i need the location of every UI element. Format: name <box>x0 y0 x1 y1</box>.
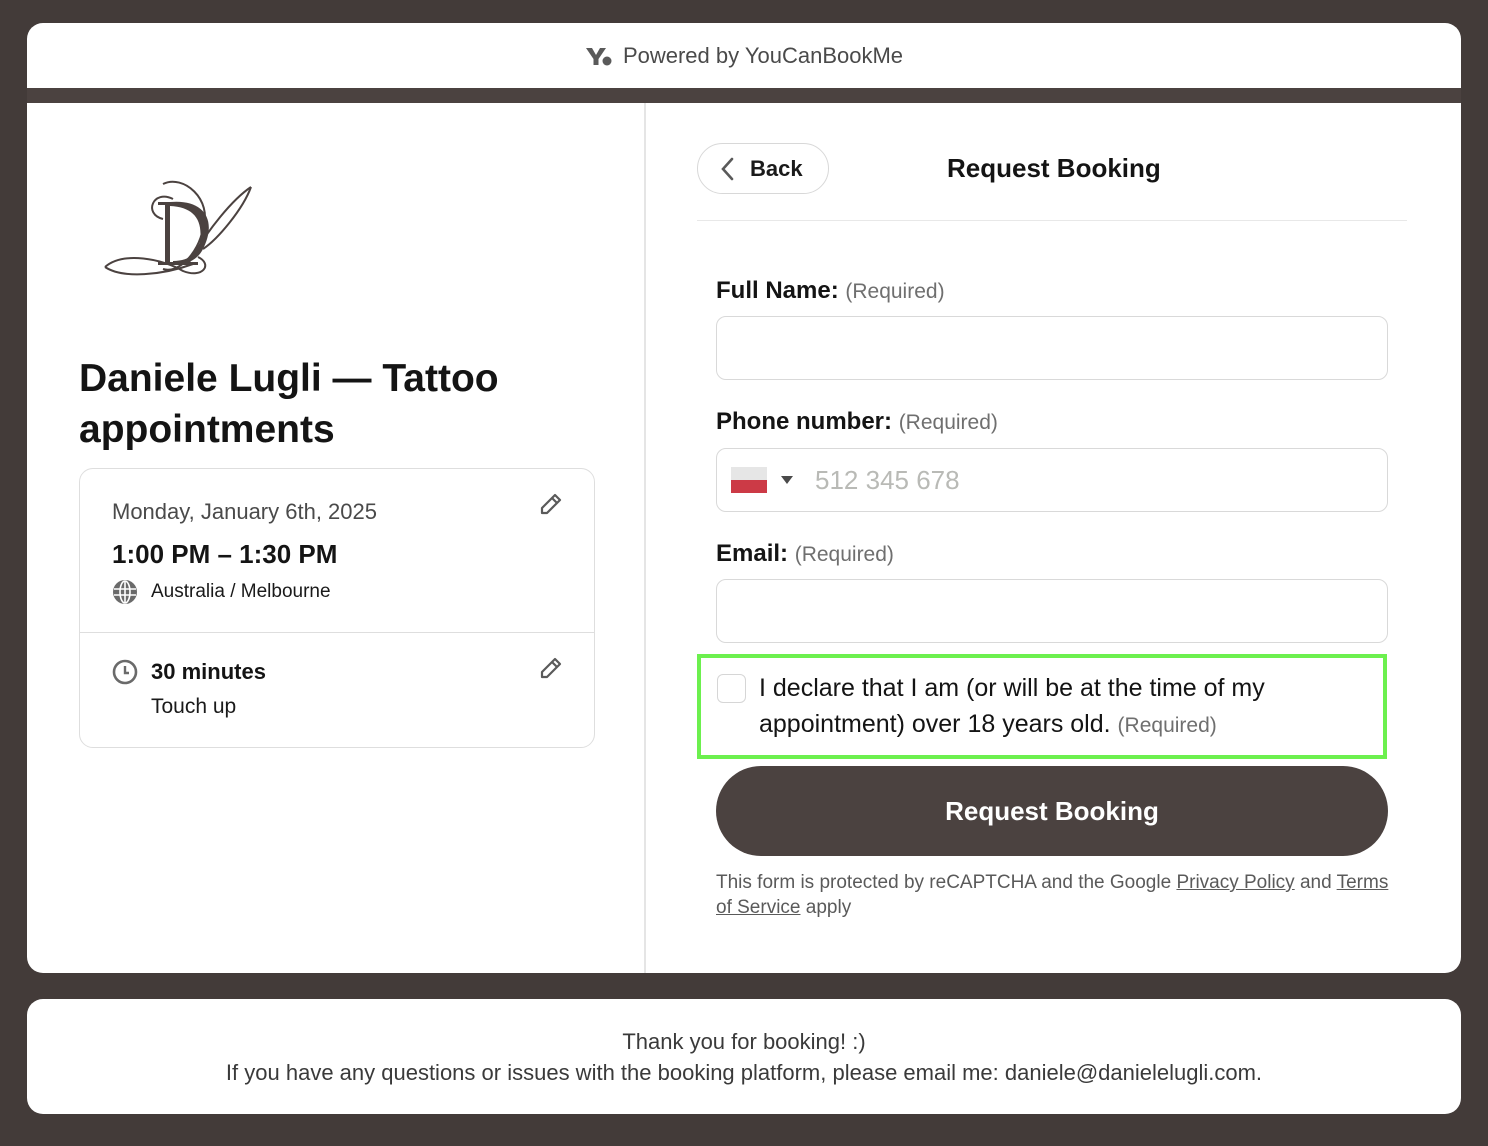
booking-form-panel: Back Request Booking Full Name: (Require… <box>646 103 1461 973</box>
edit-service-pencil-icon[interactable] <box>538 655 564 681</box>
age-consent-label[interactable]: I declare that I am (or will be at the t… <box>759 670 1369 744</box>
footer-message-card: Thank you for booking! :) If you have an… <box>27 999 1461 1114</box>
booking-date: Monday, January 6th, 2025 <box>112 499 377 524</box>
required-tag: (Required) <box>794 543 894 566</box>
email-input[interactable] <box>716 579 1388 643</box>
chevron-left-icon <box>721 157 734 180</box>
phone-input[interactable] <box>815 464 1335 496</box>
email-label-text: Email: <box>716 540 789 567</box>
event-title: Daniele Lugli — Tattoo appointments <box>79 357 499 451</box>
brand-strip <box>27 88 1461 103</box>
required-tag: (Required) <box>845 280 945 303</box>
globe-icon <box>113 580 137 604</box>
footer-contact: If you have any questions or issues with… <box>225 1060 1263 1085</box>
privacy-policy-link[interactable]: Privacy Policy <box>1176 872 1294 893</box>
timezone-label: Australia / Melbourne <box>151 581 331 602</box>
recaptcha-notice: This form is protected by reCAPTCHA and … <box>716 870 1396 920</box>
full-name-label-text: Full Name: <box>716 277 839 304</box>
full-name-input[interactable] <box>716 316 1388 380</box>
powered-by-text: Powered by YouCanBookMe <box>622 42 904 68</box>
request-booking-button[interactable]: Request Booking <box>716 766 1388 856</box>
recaptcha-middle: and <box>1299 872 1332 893</box>
phone-label: Phone number: (Required) <box>716 408 998 436</box>
back-button[interactable]: Back <box>697 143 829 194</box>
recaptcha-prefix: This form is protected by reCAPTCHA and … <box>716 872 1172 893</box>
full-name-label: Full Name: (Required) <box>716 277 945 305</box>
duration-label: 30 minutes <box>151 659 266 684</box>
age-consent-checkbox[interactable] <box>717 674 746 703</box>
country-code-select[interactable] <box>717 467 793 493</box>
service-name: Touch up <box>151 695 237 718</box>
recaptcha-suffix: apply <box>805 897 852 918</box>
phone-label-text: Phone number: <box>716 408 893 435</box>
youcanbookme-logo-icon <box>585 47 612 65</box>
edit-datetime-pencil-icon[interactable] <box>538 491 564 517</box>
footer-thanks: Thank you for booking! :) <box>622 1029 866 1054</box>
email-label: Email: (Required) <box>716 540 894 568</box>
booking-card: Powered by YouCanBookMe Daniele Lugli — … <box>27 23 1461 973</box>
powered-by-bar[interactable]: Powered by YouCanBookMe <box>27 23 1461 88</box>
daniele-lugli-monogram-logo <box>104 180 252 276</box>
poland-flag-icon <box>731 467 767 493</box>
age-consent-highlight: I declare that I am (or will be at the t… <box>697 654 1387 759</box>
form-title: Request Booking <box>947 153 1161 183</box>
caret-down-icon <box>781 476 793 484</box>
back-button-label: Back <box>750 155 803 181</box>
clock-icon <box>112 659 138 685</box>
phone-field <box>716 448 1388 512</box>
form-header: Back Request Booking <box>697 143 1407 221</box>
required-tag: (Required) <box>898 411 998 434</box>
required-tag: (Required) <box>1117 714 1217 737</box>
booking-details-card: Monday, January 6th, 2025 1:00 PM – 1:30… <box>79 468 595 748</box>
event-summary-panel: Daniele Lugli — Tattoo appointments Mond… <box>27 103 646 973</box>
booking-time-range: 1:00 PM – 1:30 PM <box>112 539 338 569</box>
